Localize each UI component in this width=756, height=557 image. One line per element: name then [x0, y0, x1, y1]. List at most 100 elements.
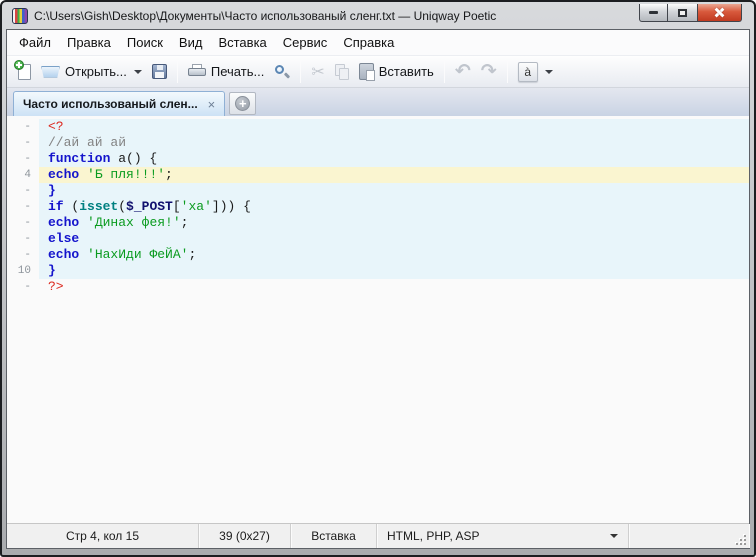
syntax-dropdown-icon: [610, 534, 618, 538]
scissors-icon: ✂: [311, 64, 324, 80]
copy-button[interactable]: [330, 60, 354, 84]
undo-button[interactable]: ↶: [450, 58, 476, 85]
toolbar-separator: [507, 61, 508, 83]
menu-item-вид[interactable]: Вид: [171, 32, 211, 53]
line-number: -: [7, 231, 39, 247]
plus-icon: +: [235, 96, 250, 111]
code-lines: -<?-//ай ай ай-function a() {4echo 'Б пл…: [7, 119, 749, 295]
open-dropdown-icon: [134, 70, 142, 74]
menu-item-справка[interactable]: Справка: [335, 32, 402, 53]
close-button[interactable]: [697, 4, 742, 22]
app-icon[interactable]: [12, 8, 28, 24]
code-text[interactable]: }: [39, 183, 749, 199]
font-dropdown-icon: [545, 70, 553, 74]
undo-icon: ↶: [455, 62, 471, 81]
window-title: C:\Users\Gish\Desktop\Документы\Часто ис…: [34, 9, 496, 23]
open-folder-icon: [41, 66, 60, 78]
code-line[interactable]: 4echo 'Б пля!!!';: [7, 167, 749, 183]
redo-button[interactable]: ↷: [476, 58, 502, 85]
code-editor[interactable]: -<?-//ай ай ай-function a() {4echo 'Б пл…: [7, 116, 749, 523]
font-button[interactable]: à: [513, 58, 558, 86]
open-button-label: Открыть...: [65, 64, 127, 79]
menu-bar: ФайлПравкаПоискВидВставкаСервисСправка: [7, 30, 749, 55]
line-number: 4: [7, 167, 39, 183]
new-file-icon: [18, 64, 31, 80]
client-area: ФайлПравкаПоискВидВставкаСервисСправка О…: [6, 29, 750, 549]
code-text[interactable]: if (isset($_POST['xa'])) {: [39, 199, 749, 215]
menu-item-файл[interactable]: Файл: [11, 32, 59, 53]
maximize-icon: [678, 9, 687, 17]
save-icon: [152, 64, 167, 79]
code-text[interactable]: <?: [39, 119, 749, 135]
menu-item-сервис[interactable]: Сервис: [275, 32, 336, 53]
line-number: -: [7, 215, 39, 231]
cursor-position-indicator: Стр 4, кол 15: [7, 524, 199, 548]
resize-grip[interactable]: [736, 535, 746, 545]
code-line[interactable]: -<?: [7, 119, 749, 135]
status-empty-segment: [629, 524, 749, 548]
line-number: -: [7, 151, 39, 167]
tab-close-icon[interactable]: ×: [208, 98, 216, 111]
open-button[interactable]: Открыть...: [36, 60, 147, 83]
code-text[interactable]: else: [39, 231, 749, 247]
code-line[interactable]: -?>: [7, 279, 749, 295]
code-text[interactable]: echo 'НахИди ФеЙА';: [39, 247, 749, 263]
code-line[interactable]: -}: [7, 183, 749, 199]
line-number: -: [7, 247, 39, 263]
copy-icon: [335, 64, 349, 80]
insert-mode-indicator: Вставка: [291, 524, 377, 548]
menu-item-вставка[interactable]: Вставка: [210, 32, 274, 53]
code-line[interactable]: -function a() {: [7, 151, 749, 167]
maximize-button[interactable]: [668, 4, 697, 22]
code-line[interactable]: -else: [7, 231, 749, 247]
code-line[interactable]: -echo 'Динах фея!';: [7, 215, 749, 231]
code-text[interactable]: echo 'Б пля!!!';: [39, 167, 749, 183]
close-icon: [714, 7, 725, 18]
tab-active-document[interactable]: Часто использованый слен... ×: [13, 91, 225, 116]
line-number: -: [7, 199, 39, 215]
letter-a-icon: à: [518, 62, 538, 82]
toolbar-separator: [444, 61, 445, 83]
tab-bar: Часто использованый слен... × +: [7, 88, 749, 116]
paste-button-label: Вставить: [379, 64, 434, 79]
code-text[interactable]: ?>: [39, 279, 749, 295]
search-icon: [274, 64, 290, 80]
minimize-button[interactable]: [639, 4, 668, 22]
print-button[interactable]: Печать...: [183, 60, 269, 83]
code-line[interactable]: -//ай ай ай: [7, 135, 749, 151]
code-text[interactable]: //ай ай ай: [39, 135, 749, 151]
redo-icon: ↷: [481, 62, 497, 81]
code-text[interactable]: echo 'Динах фея!';: [39, 215, 749, 231]
search-button[interactable]: [269, 60, 295, 84]
code-text[interactable]: function a() {: [39, 151, 749, 167]
print-icon: [188, 64, 206, 79]
paste-button[interactable]: Вставить: [354, 59, 439, 84]
line-number: -: [7, 135, 39, 151]
menu-item-правка[interactable]: Правка: [59, 32, 119, 53]
new-tab-button[interactable]: +: [229, 92, 256, 115]
code-line[interactable]: -echo 'НахИди ФеЙА';: [7, 247, 749, 263]
print-button-label: Печать...: [211, 64, 264, 79]
code-line[interactable]: -if (isset($_POST['xa'])) {: [7, 199, 749, 215]
cut-button[interactable]: ✂: [306, 60, 329, 84]
syntax-selector-value: HTML, PHP, ASP: [387, 529, 479, 543]
menu-item-поиск[interactable]: Поиск: [119, 32, 171, 53]
line-number: -: [7, 279, 39, 295]
window-controls: [639, 4, 742, 22]
code-text[interactable]: }: [39, 263, 749, 279]
status-bar: Стр 4, кол 15 39 (0x27) Вставка HTML, PH…: [7, 523, 749, 548]
minimize-icon: [649, 11, 658, 14]
save-button[interactable]: [147, 60, 172, 83]
toolbar-separator: [300, 61, 301, 83]
char-code-indicator: 39 (0x27): [199, 524, 291, 548]
new-file-button[interactable]: [13, 60, 36, 84]
app-window: C:\Users\Gish\Desktop\Документы\Часто ис…: [0, 0, 756, 557]
line-number: -: [7, 183, 39, 199]
paste-icon: [359, 63, 374, 80]
toolbar-separator: [177, 61, 178, 83]
line-number: -: [7, 119, 39, 135]
toolbar: Открыть... Печать... ✂ В: [7, 55, 749, 88]
syntax-selector[interactable]: HTML, PHP, ASP: [377, 524, 629, 548]
line-number: 10: [7, 263, 39, 279]
code-line[interactable]: 10}: [7, 263, 749, 279]
